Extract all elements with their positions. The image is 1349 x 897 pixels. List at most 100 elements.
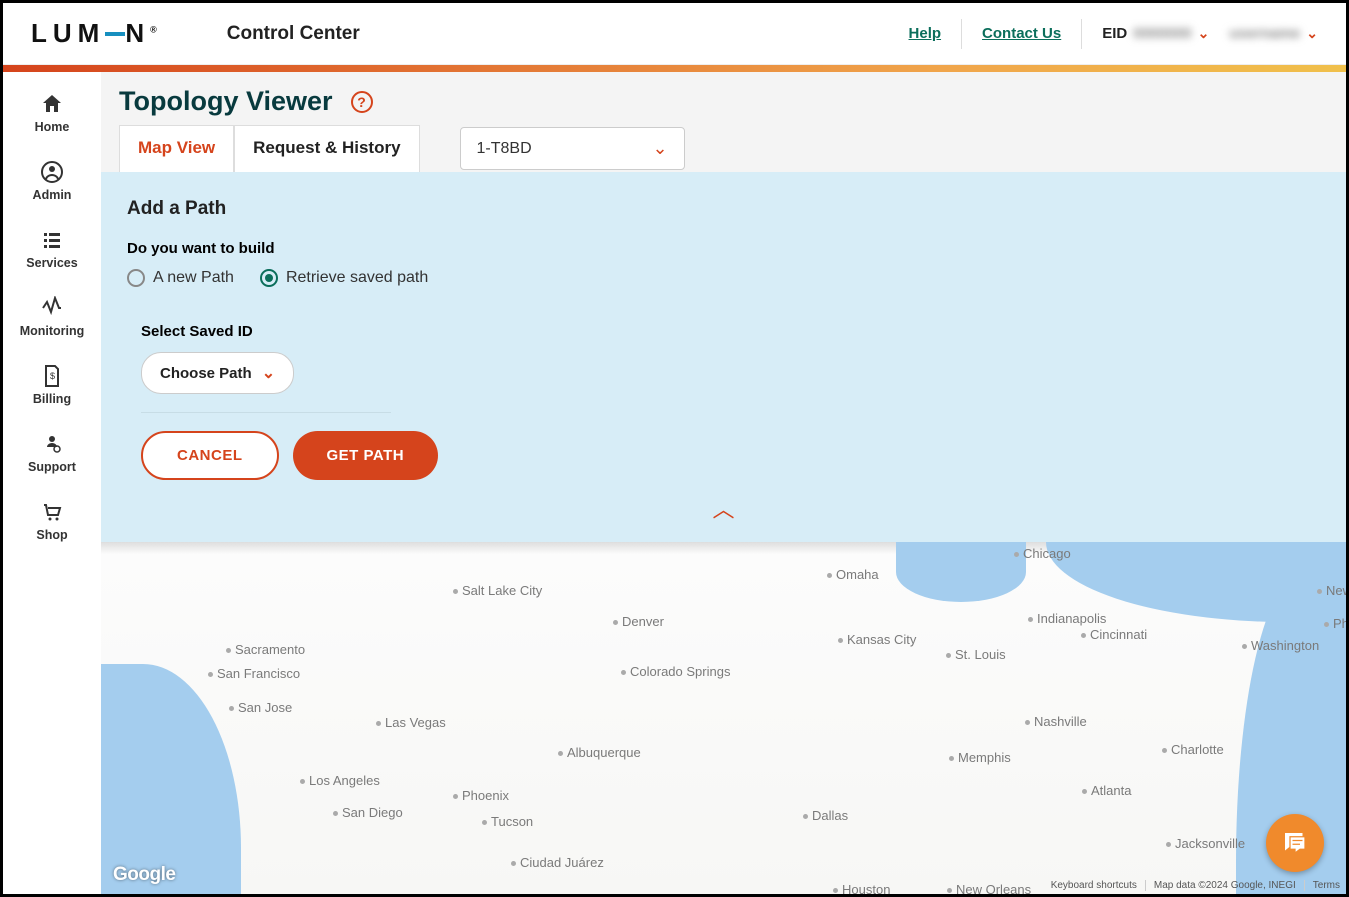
chat-button[interactable]	[1266, 814, 1324, 872]
build-question: Do you want to build	[127, 240, 1320, 257]
sidebar-item-home[interactable]: Home	[3, 86, 101, 140]
map-city-label: New Orleans	[947, 882, 1031, 894]
gear-user-icon	[40, 432, 64, 456]
map-city-label: Nashville	[1025, 714, 1087, 729]
add-path-panel: Add a Path Do you want to build A new Pa…	[101, 172, 1346, 542]
contact-link[interactable]: Contact Us	[982, 25, 1061, 42]
water-shape	[896, 542, 1026, 602]
accent-band	[3, 65, 1346, 72]
map-city-label: Sacramento	[226, 642, 305, 657]
map-city-label: New York	[1317, 583, 1346, 598]
chat-icon	[1280, 828, 1310, 858]
chevron-up-icon[interactable]: ︿	[712, 492, 734, 524]
tab-map-view[interactable]: Map View	[119, 125, 234, 175]
map-city-label: Chicago	[1014, 546, 1071, 561]
chevron-down-icon: ⌄	[652, 138, 667, 159]
choose-path-label: Choose Path	[160, 365, 252, 382]
map-city-label: Charlotte	[1162, 742, 1224, 757]
radio-label: A new Path	[153, 269, 234, 287]
invoice-icon: $	[40, 364, 64, 388]
tab-request-history[interactable]: Request & History	[234, 125, 419, 172]
map-city-label: Dallas	[803, 808, 848, 823]
map-city-label: Jacksonville	[1166, 836, 1245, 851]
map-city-label: San Francisco	[208, 666, 300, 681]
get-path-button[interactable]: GET PATH	[293, 431, 439, 480]
choose-path-dropdown[interactable]: Choose Path ⌄	[141, 352, 294, 394]
sidebar-label: Home	[35, 120, 70, 134]
collapse-row: ︿	[127, 486, 1320, 536]
map-city-label: Omaha	[827, 567, 879, 582]
sidebar-label: Services	[26, 256, 77, 270]
map-city-label: Houston	[833, 882, 890, 894]
page-title-row: Topology Viewer ?	[101, 72, 1346, 125]
map-city-label: Atlanta	[1082, 783, 1131, 798]
map-city-label: Las Vegas	[376, 715, 446, 730]
user-dropdown[interactable]: username ⌄	[1229, 25, 1318, 42]
sidebar-label: Billing	[33, 392, 71, 406]
water-shape	[101, 664, 241, 894]
chevron-down-icon: ⌄	[262, 363, 275, 383]
map-city-label: Indianapolis	[1028, 611, 1106, 626]
radio-group: A new Path Retrieve saved path	[127, 269, 1320, 287]
page-title: Topology Viewer	[119, 86, 333, 117]
map-city-label: Ciudad Juárez	[511, 855, 604, 870]
main-content: Topology Viewer ? Map View Request & His…	[101, 72, 1346, 894]
map-city-label: Kansas City	[838, 632, 916, 647]
eid-label: EID	[1102, 25, 1127, 42]
user-icon	[40, 160, 64, 184]
saved-id-label: Select Saved ID	[141, 323, 1320, 340]
panel-title: Add a Path	[127, 198, 1320, 220]
cart-icon	[40, 500, 64, 524]
radio-retrieve-saved[interactable]: Retrieve saved path	[260, 269, 428, 287]
map-city-label: Los Angeles	[300, 773, 380, 788]
radio-new-path[interactable]: A new Path	[127, 269, 234, 287]
radio-label: Retrieve saved path	[286, 269, 428, 287]
map[interactable]: ChicagoOmahaSalt Lake CityNew YorkIndian…	[101, 542, 1346, 894]
lumen-logo: LUMN®	[31, 18, 157, 49]
help-link[interactable]: Help	[909, 25, 942, 42]
chevron-down-icon: ⌄	[1306, 25, 1318, 42]
sidebar-item-services[interactable]: Services	[3, 222, 101, 276]
terms-link[interactable]: Terms	[1304, 880, 1340, 891]
circuit-selector[interactable]: 1-T8BD ⌄	[460, 127, 685, 170]
sidebar-item-monitoring[interactable]: Monitoring	[3, 290, 101, 344]
separator	[961, 19, 962, 49]
separator	[1081, 19, 1082, 49]
list-icon	[40, 228, 64, 252]
button-row: CANCEL GET PATH	[141, 431, 1320, 480]
map-city-label: Albuquerque	[558, 745, 641, 760]
map-city-label: Tucson	[482, 814, 533, 829]
sidebar-item-shop[interactable]: Shop	[3, 494, 101, 548]
app-title: Control Center	[227, 23, 360, 45]
header-right: Help Contact Us EID 0000000 ⌄ username ⌄	[909, 19, 1318, 49]
keyboard-shortcuts-link[interactable]: Keyboard shortcuts	[1051, 880, 1137, 891]
radio-icon	[260, 269, 278, 287]
cancel-button[interactable]: CANCEL	[141, 431, 279, 480]
sidebar-label: Monitoring	[20, 324, 85, 338]
sidebar-item-billing[interactable]: $ Billing	[3, 358, 101, 412]
radio-icon	[127, 269, 145, 287]
eid-dropdown[interactable]: EID 0000000 ⌄	[1102, 25, 1209, 42]
google-logo: Google	[113, 864, 175, 886]
sidebar-label: Admin	[33, 188, 72, 202]
user-name: username	[1229, 25, 1300, 42]
home-icon	[40, 92, 64, 116]
divider	[141, 412, 391, 413]
map-city-label: Phoenix	[453, 788, 509, 803]
map-city-label: Memphis	[949, 750, 1011, 765]
map-data-text: Map data ©2024 Google, INEGI	[1145, 880, 1296, 891]
tabs-row: Map View Request & History 1-T8BD ⌄	[101, 125, 1346, 172]
chevron-down-icon: ⌄	[1198, 25, 1210, 42]
help-icon[interactable]: ?	[351, 91, 373, 113]
logo-bar-icon	[105, 32, 125, 36]
map-city-label: San Diego	[333, 805, 403, 820]
map-city-label: Cincinnati	[1081, 627, 1147, 642]
sidebar: Home Admin Services Monitoring $ Billing…	[3, 72, 101, 894]
sidebar-item-support[interactable]: Support	[3, 426, 101, 480]
map-city-label: Washington	[1242, 638, 1319, 653]
map-city-label: Philadelphia	[1324, 616, 1346, 631]
top-header: LUMN® Control Center Help Contact Us EID…	[3, 3, 1346, 65]
circuit-selector-value: 1-T8BD	[477, 140, 532, 158]
sidebar-item-admin[interactable]: Admin	[3, 154, 101, 208]
activity-icon	[40, 296, 64, 320]
